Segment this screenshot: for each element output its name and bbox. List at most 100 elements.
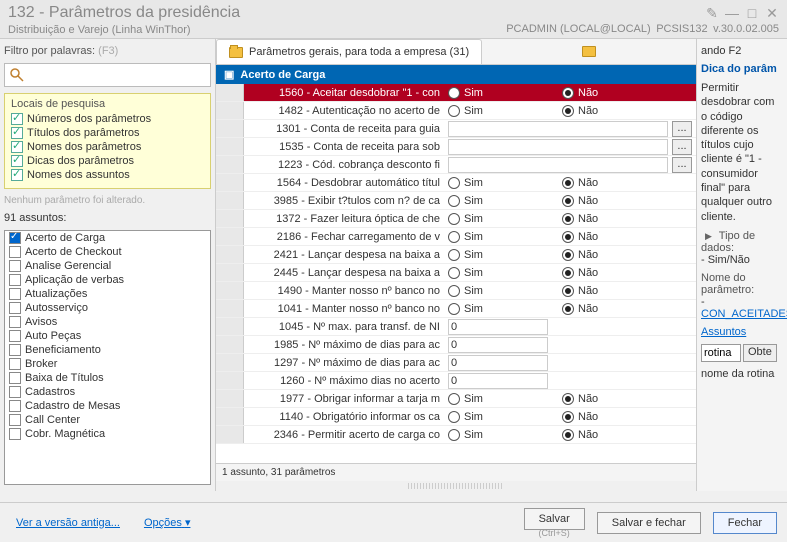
subject-item[interactable]: Autosserviço bbox=[5, 301, 210, 315]
radio-yes[interactable]: Sim bbox=[448, 429, 558, 441]
radio-no[interactable]: Não bbox=[562, 411, 672, 423]
radio-yes[interactable]: Sim bbox=[448, 303, 558, 315]
parameter-row[interactable]: 1260 - Nº máximo dias no acerto bbox=[216, 372, 696, 390]
radio-no[interactable]: Não bbox=[562, 195, 672, 207]
subject-item[interactable]: Cadastros bbox=[5, 385, 210, 399]
radio-yes[interactable]: Sim bbox=[448, 195, 558, 207]
close-icon[interactable]: ✕ bbox=[765, 6, 779, 20]
minimize-icon[interactable]: — bbox=[725, 6, 739, 20]
search-input[interactable] bbox=[4, 63, 211, 87]
collapse-icon[interactable]: ▣ bbox=[224, 68, 234, 81]
subject-item[interactable]: Avisos bbox=[5, 315, 210, 329]
radio-no[interactable]: Não bbox=[562, 249, 672, 261]
param-label: 1372 - Fazer leitura óptica de che bbox=[244, 213, 444, 225]
edit-icon[interactable]: ✎ bbox=[705, 6, 719, 20]
subject-item[interactable]: Analise Gerencial bbox=[5, 259, 210, 273]
parameter-row[interactable]: 1045 - Nº max. para transf. de NI bbox=[216, 318, 696, 336]
radio-yes[interactable]: Sim bbox=[448, 105, 558, 117]
parameter-row[interactable]: 1482 - Autenticação no acerto de Sim Não bbox=[216, 102, 696, 120]
number-input[interactable] bbox=[448, 337, 548, 353]
save-close-button[interactable]: Salvar e fechar bbox=[597, 512, 701, 534]
close-button[interactable]: Fechar bbox=[713, 512, 777, 534]
subject-item[interactable]: Auto Peças bbox=[5, 329, 210, 343]
subjects-link[interactable]: Assuntos bbox=[701, 326, 783, 338]
number-input[interactable] bbox=[448, 355, 548, 371]
radio-yes[interactable]: Sim bbox=[448, 231, 558, 243]
radio-no[interactable]: Não bbox=[562, 213, 672, 225]
radio-yes[interactable]: Sim bbox=[448, 393, 558, 405]
lookup-button[interactable]: ... bbox=[672, 121, 692, 137]
lookup-input[interactable] bbox=[448, 121, 668, 137]
lookup-input[interactable] bbox=[448, 139, 668, 155]
subject-item[interactable]: Aplicação de verbas bbox=[5, 273, 210, 287]
parameter-row[interactable]: 1372 - Fazer leitura óptica de che Sim N… bbox=[216, 210, 696, 228]
radio-no[interactable]: Não bbox=[562, 285, 672, 297]
parameter-row[interactable]: 1223 - Cód. cobrança desconto fi ... bbox=[216, 156, 696, 174]
search-location-checkbox[interactable]: Números dos parâmetros bbox=[11, 112, 204, 126]
subjects-list[interactable]: Acerto de CargaAcerto de CheckoutAnalise… bbox=[4, 230, 211, 485]
subject-item[interactable]: Beneficiamento bbox=[5, 343, 210, 357]
parameter-row[interactable]: 1560 - Aceitar desdobrar "1 - con Sim Nã… bbox=[216, 84, 696, 102]
parameter-row[interactable]: 1564 - Desdobrar automático títul Sim Nã… bbox=[216, 174, 696, 192]
radio-no[interactable]: Não bbox=[562, 105, 672, 117]
radio-no[interactable]: Não bbox=[562, 87, 672, 99]
parameter-row[interactable]: 1301 - Conta de receita para guia ... bbox=[216, 120, 696, 138]
options-menu[interactable]: Opções ▾ bbox=[138, 512, 197, 533]
parameter-row[interactable]: 2421 - Lançar despesa na baixa a Sim Não bbox=[216, 246, 696, 264]
save-button[interactable]: Salvar bbox=[524, 508, 585, 530]
radio-yes[interactable]: Sim bbox=[448, 267, 558, 279]
parameter-row[interactable]: 2186 - Fechar carregamento de v Sim Não bbox=[216, 228, 696, 246]
lookup-button[interactable]: ... bbox=[672, 157, 692, 173]
radio-no[interactable]: Não bbox=[562, 231, 672, 243]
tab-general-params[interactable]: Parâmetros gerais, para toda a empresa (… bbox=[216, 39, 482, 64]
parameter-row[interactable]: 1977 - Obrigar informar a tarja m Sim Nã… bbox=[216, 390, 696, 408]
number-input[interactable] bbox=[448, 319, 548, 335]
get-button[interactable]: Obte bbox=[743, 344, 777, 362]
parameter-row[interactable]: 1140 - Obrigatório informar os ca Sim Nã… bbox=[216, 408, 696, 426]
subject-item[interactable]: Cobr. Magnética bbox=[5, 427, 210, 441]
splitter-handle[interactable] bbox=[408, 483, 504, 489]
search-location-checkbox[interactable]: Nomes dos parâmetros bbox=[11, 140, 204, 154]
old-version-link[interactable]: Ver a versão antiga... bbox=[10, 513, 126, 533]
parameter-row[interactable]: 2346 - Permitir acerto de carga co Sim N… bbox=[216, 426, 696, 444]
radio-yes[interactable]: Sim bbox=[448, 87, 558, 99]
parameter-row[interactable]: 1490 - Manter nosso nº banco no Sim Não bbox=[216, 282, 696, 300]
radio-yes[interactable]: Sim bbox=[448, 177, 558, 189]
lookup-input[interactable] bbox=[448, 157, 668, 173]
grid-status: 1 assunto, 31 parâmetros bbox=[216, 463, 696, 481]
parameter-row[interactable]: 2445 - Lançar despesa na baixa a Sim Não bbox=[216, 264, 696, 282]
search-location-checkbox[interactable]: Títulos dos parâmetros bbox=[11, 126, 204, 140]
routine-input[interactable] bbox=[701, 344, 741, 362]
maximize-icon[interactable]: □ bbox=[745, 6, 759, 20]
radio-no[interactable]: Não bbox=[562, 177, 672, 189]
row-gutter bbox=[216, 174, 244, 191]
parameter-grid[interactable]: ▣ Acerto de Carga 1560 - Aceitar desdobr… bbox=[216, 65, 696, 463]
subject-item[interactable]: Acerto de Carga bbox=[5, 231, 210, 245]
parameter-row[interactable]: 1041 - Manter nosso nº banco no Sim Não bbox=[216, 300, 696, 318]
subject-item[interactable]: Acerto de Checkout bbox=[5, 245, 210, 259]
parameter-row[interactable]: 1297 - Nº máximo de dias para ac bbox=[216, 354, 696, 372]
search-location-checkbox[interactable]: Dicas dos parâmetros bbox=[11, 154, 204, 168]
param-name-link[interactable]: CON_ACEITADES bbox=[701, 308, 787, 320]
radio-yes[interactable]: Sim bbox=[448, 411, 558, 423]
radio-yes[interactable]: Sim bbox=[448, 285, 558, 297]
radio-no[interactable]: Não bbox=[562, 303, 672, 315]
radio-no[interactable]: Não bbox=[562, 267, 672, 279]
parameter-row[interactable]: 1535 - Conta de receita para sob ... bbox=[216, 138, 696, 156]
parameter-row[interactable]: 1985 - Nº máximo de dias para ac bbox=[216, 336, 696, 354]
subject-item[interactable]: Atualizações bbox=[5, 287, 210, 301]
radio-yes[interactable]: Sim bbox=[448, 249, 558, 261]
lookup-button[interactable]: ... bbox=[672, 139, 692, 155]
number-input[interactable] bbox=[448, 373, 548, 389]
subject-item[interactable]: Baixa de Títulos bbox=[5, 371, 210, 385]
subject-item[interactable]: Cadastro de Mesas bbox=[5, 399, 210, 413]
radio-yes[interactable]: Sim bbox=[448, 213, 558, 225]
radio-no[interactable]: Não bbox=[562, 393, 672, 405]
radio-no[interactable]: Não bbox=[562, 429, 672, 441]
tab-empty[interactable] bbox=[486, 39, 692, 64]
search-location-checkbox[interactable]: Nomes dos assuntos bbox=[11, 168, 204, 182]
subject-item[interactable]: Call Center bbox=[5, 413, 210, 427]
parameter-row[interactable]: 3985 - Exibir t?tulos com n? de ca Sim N… bbox=[216, 192, 696, 210]
grid-group-header[interactable]: ▣ Acerto de Carga bbox=[216, 65, 696, 84]
subject-item[interactable]: Broker bbox=[5, 357, 210, 371]
